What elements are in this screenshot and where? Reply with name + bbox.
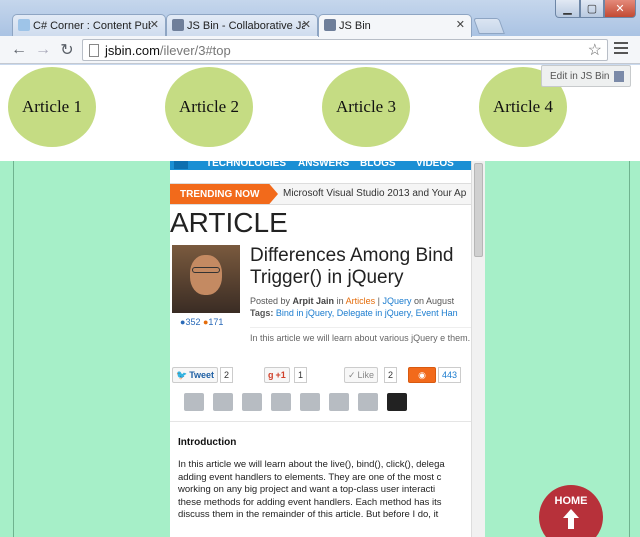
url-path: /ilever/3#top xyxy=(159,42,231,58)
gplus-label: +1 xyxy=(275,370,286,380)
address-bar[interactable]: jsbin.com/ilever/3#top ☆ xyxy=(82,39,608,61)
tab-jsbin[interactable]: JS Bin ✕ xyxy=(318,14,472,37)
jsbin-icon xyxy=(614,71,624,82)
jsbin-favicon-icon xyxy=(172,19,184,31)
meta-posted-by: Posted by xyxy=(250,296,291,306)
trending-bar: TRENDING NOW Microsoft Visual Studio 201… xyxy=(170,183,471,205)
maximize-button[interactable]: ▢ xyxy=(580,0,604,18)
download-icon[interactable] xyxy=(387,393,407,411)
article-meta: Posted by Arpit Jain in Articles | JQuer… xyxy=(250,295,458,319)
stat-b: 171 xyxy=(208,317,224,327)
tab-title: JS Bin xyxy=(339,20,371,32)
article-1-circle[interactable]: Article 1 xyxy=(8,67,96,147)
email-icon[interactable] xyxy=(184,393,204,411)
article-summary: In this article we will learn about vari… xyxy=(250,327,485,344)
meta-in: in xyxy=(336,296,344,306)
new-tab-button[interactable] xyxy=(473,18,505,34)
article-title: Differences Among Bind Trigger() in jQue… xyxy=(250,245,454,289)
like-button[interactable]: ✓ Like xyxy=(344,367,379,383)
frame-scrollbar[interactable] xyxy=(471,155,485,537)
comments-icon[interactable] xyxy=(271,393,291,411)
meta-author[interactable]: Arpit Jain xyxy=(293,296,335,306)
edit-in-jsbin-label: Edit in JS Bin xyxy=(550,70,610,82)
print-icon[interactable] xyxy=(242,393,262,411)
forward-arrow-icon[interactable]: → xyxy=(32,39,54,61)
right-frame-edge xyxy=(629,161,640,537)
author-stats: ●352 ●171 xyxy=(180,317,224,327)
twitter-bird-icon: 🐦 xyxy=(176,369,188,380)
page-viewport: Article 1 Article 2 Article 3 Article 4 … xyxy=(0,65,640,537)
intro-line: these methods for adding event handlers.… xyxy=(178,496,442,508)
menu-icon[interactable] xyxy=(614,42,628,56)
home-button[interactable]: HOME xyxy=(539,485,603,537)
like-label: Like xyxy=(357,370,375,380)
meta-category[interactable]: Articles xyxy=(346,296,376,306)
title-bar: C# Corner : Content Publi ✕ JS Bin - Col… xyxy=(0,0,640,37)
meta-tags[interactable]: Bind in jQuery, Delegate in jQuery, Even… xyxy=(276,308,458,318)
tab-title: C# Corner : Content Publi xyxy=(33,19,151,32)
edit-in-jsbin-button[interactable]: Edit in JS Bin xyxy=(541,65,631,87)
author-photo xyxy=(172,245,240,313)
article-3-circle[interactable]: Article 3 xyxy=(322,67,410,147)
gplus-icon: g xyxy=(268,370,274,380)
article-2-circle[interactable]: Article 2 xyxy=(165,67,253,147)
meta-date: on August xyxy=(414,296,455,306)
tweet-label: Tweet xyxy=(189,370,215,380)
bookmark-star-icon[interactable]: ☆ xyxy=(588,40,602,60)
bookmark-icon[interactable] xyxy=(213,393,233,411)
url-host: jsbin.com xyxy=(105,42,160,58)
views-count: 443 xyxy=(438,367,462,383)
tab-jsbin-collaborative[interactable]: JS Bin - Collaborative Java ✕ xyxy=(166,14,318,36)
like-count: 2 xyxy=(384,367,398,383)
close-window-button[interactable]: ✕ xyxy=(604,0,636,18)
embedded-article-frame[interactable]: TECHNOLOGIES ANSWERS BLOGS VIDEOS TRENDI… xyxy=(170,155,485,537)
intro-body: In this article we will learn about the … xyxy=(178,459,478,522)
meta-tags-label: Tags: xyxy=(250,308,274,318)
history-icon[interactable] xyxy=(358,393,378,411)
edit-icon[interactable] xyxy=(329,393,349,411)
jsbin-favicon-icon xyxy=(324,19,336,31)
minimize-button[interactable]: ▁ xyxy=(555,0,580,18)
thumbs-up-icon: ✓ xyxy=(348,369,356,380)
trending-label: TRENDING NOW xyxy=(170,184,278,204)
article-title-line2: Trigger() in jQuery xyxy=(250,267,404,288)
views-eye-icon: ◉ xyxy=(408,367,436,383)
left-frame-edge xyxy=(0,161,14,537)
close-icon[interactable]: ✕ xyxy=(302,18,311,31)
tab-title: JS Bin - Collaborative Java xyxy=(187,19,305,32)
reload-icon[interactable]: ↻ xyxy=(56,39,78,61)
tab-csharp-corner[interactable]: C# Corner : Content Publi ✕ xyxy=(12,14,166,36)
close-icon[interactable]: ✕ xyxy=(456,18,465,31)
back-arrow-icon[interactable]: ← xyxy=(8,39,30,61)
intro-line: adding event handlers to elements. They … xyxy=(178,471,442,483)
divider xyxy=(170,421,471,422)
tweet-button[interactable]: 🐦 Tweet xyxy=(172,367,219,383)
tweet-count: 2 xyxy=(220,367,234,383)
intro-line: working on any big project and want a to… xyxy=(178,484,436,495)
copy-icon[interactable] xyxy=(300,393,320,411)
stat-a: 352 xyxy=(185,317,201,327)
intro-line: discuss them in the remainder of this ar… xyxy=(178,509,439,520)
action-icon-row xyxy=(184,393,407,415)
page-icon xyxy=(89,44,99,57)
meta-sep: | xyxy=(377,296,380,306)
gplus-count: 1 xyxy=(294,367,308,383)
intro-line: In this article we will learn about the … xyxy=(178,459,445,470)
csharp-corner-favicon-icon xyxy=(18,19,30,31)
trending-text[interactable]: Microsoft Visual Studio 2013 and Your Ap xyxy=(283,188,466,199)
article-title-line1: Differences Among Bind xyxy=(250,245,454,266)
home-label: HOME xyxy=(554,495,588,507)
close-icon[interactable]: ✕ xyxy=(150,18,159,31)
browser-toolbar: ← → ↻ jsbin.com/ilever/3#top ☆ xyxy=(0,36,640,64)
gplus-button[interactable]: g +1 xyxy=(264,367,290,383)
intro-heading: Introduction xyxy=(178,437,237,448)
share-row: 🐦 Tweet 2 g +1 1 ✓ Like 2 ◉ 443 xyxy=(170,367,471,387)
meta-subcategory[interactable]: JQuery xyxy=(383,296,412,306)
section-heading: ARTICLE xyxy=(170,207,288,238)
